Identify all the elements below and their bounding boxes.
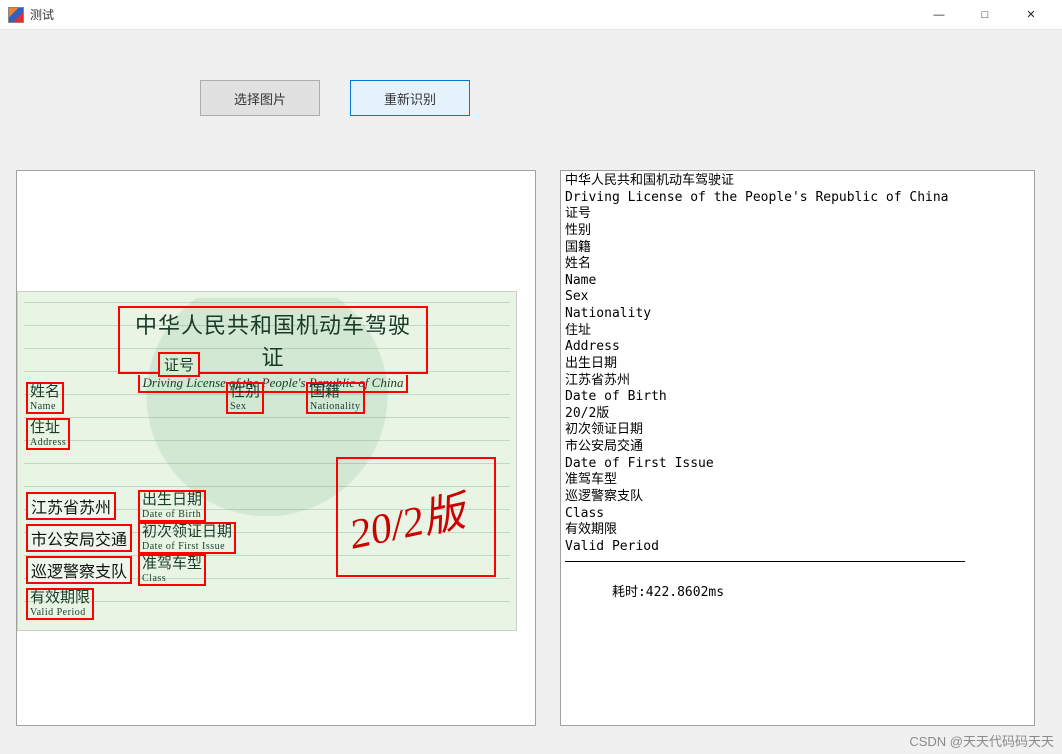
license-title-en: Driving License of the People's Republic…	[138, 375, 409, 393]
time-value: 422.8602ms	[646, 585, 724, 600]
footer-watermark: CSDN @天天代码码天天	[909, 731, 1054, 750]
field-sex: 性别 Sex	[226, 382, 264, 414]
field-first-issue: 初次领证日期 Date of First Issue	[138, 522, 236, 554]
cert-no-label: 证号	[158, 352, 200, 377]
label-dob-en: Date of Birth	[142, 509, 202, 520]
field-dob: 出生日期 Date of Birth	[138, 490, 206, 522]
value-bureau: 市公安局交通	[26, 524, 132, 552]
label-sex-cn: 性别	[230, 384, 260, 401]
field-nationality: 国籍 Nationality	[306, 382, 365, 414]
watermark-box: 20/2版	[336, 457, 496, 577]
image-panel: 中华人民共和国机动车驾驶证 Driving License of the Peo…	[16, 170, 536, 726]
select-image-button[interactable]: 选择图片	[200, 80, 320, 116]
label-name-cn: 姓名	[30, 384, 60, 401]
label-nat-en: Nationality	[310, 401, 361, 412]
field-address: 住址 Address	[26, 418, 70, 450]
minimize-button[interactable]: —	[916, 0, 962, 30]
titlebar: 测试 — □ ✕	[0, 0, 1062, 30]
value-jiangsu: 江苏省苏州	[26, 492, 116, 520]
label-nat-cn: 国籍	[310, 384, 361, 401]
label-dob-cn: 出生日期	[142, 492, 202, 509]
watermark-text: 20/2版	[343, 478, 470, 562]
label-class-cn: 准驾车型	[142, 556, 202, 573]
close-button[interactable]: ✕	[1008, 0, 1054, 30]
window-title: 测试	[30, 6, 54, 23]
toolbar: 选择图片 重新识别	[200, 80, 470, 116]
label-class-en: Class	[142, 573, 202, 584]
maximize-button[interactable]: □	[962, 0, 1008, 30]
recognize-button[interactable]: 重新识别	[350, 80, 470, 116]
label-sex-en: Sex	[230, 401, 260, 412]
field-valid: 有效期限 Valid Period	[26, 588, 94, 620]
field-name: 姓名 Name	[26, 382, 64, 414]
label-name-en: Name	[30, 401, 60, 412]
output-panel[interactable]: 中华人民共和国机动车驾驶证 Driving License of the Peo…	[560, 170, 1035, 726]
field-class: 准驾车型 Class	[138, 554, 206, 586]
label-valid-cn: 有效期限	[30, 590, 90, 607]
app-icon	[8, 7, 24, 23]
license-title: 中华人民共和国机动车驾驶证 Driving License of the Peo…	[118, 306, 428, 393]
label-first-cn: 初次领证日期	[142, 524, 232, 541]
time-label: 耗时:	[612, 585, 646, 600]
value-police: 巡逻警察支队	[26, 556, 132, 584]
output-text: 中华人民共和国机动车驾驶证 Driving License of the Peo…	[565, 173, 1030, 555]
label-first-en: Date of First Issue	[142, 541, 232, 552]
label-valid-en: Valid Period	[30, 607, 90, 618]
label-addr-cn: 住址	[30, 420, 66, 437]
timing-line: 耗时:422.8602ms	[565, 568, 1030, 618]
license-image: 中华人民共和国机动车驾驶证 Driving License of the Peo…	[17, 291, 517, 631]
output-divider	[565, 561, 965, 562]
label-addr-en: Address	[30, 437, 66, 448]
client-area: 选择图片 重新识别 中华人民共和国机动车驾驶证 Driving License …	[0, 30, 1062, 754]
